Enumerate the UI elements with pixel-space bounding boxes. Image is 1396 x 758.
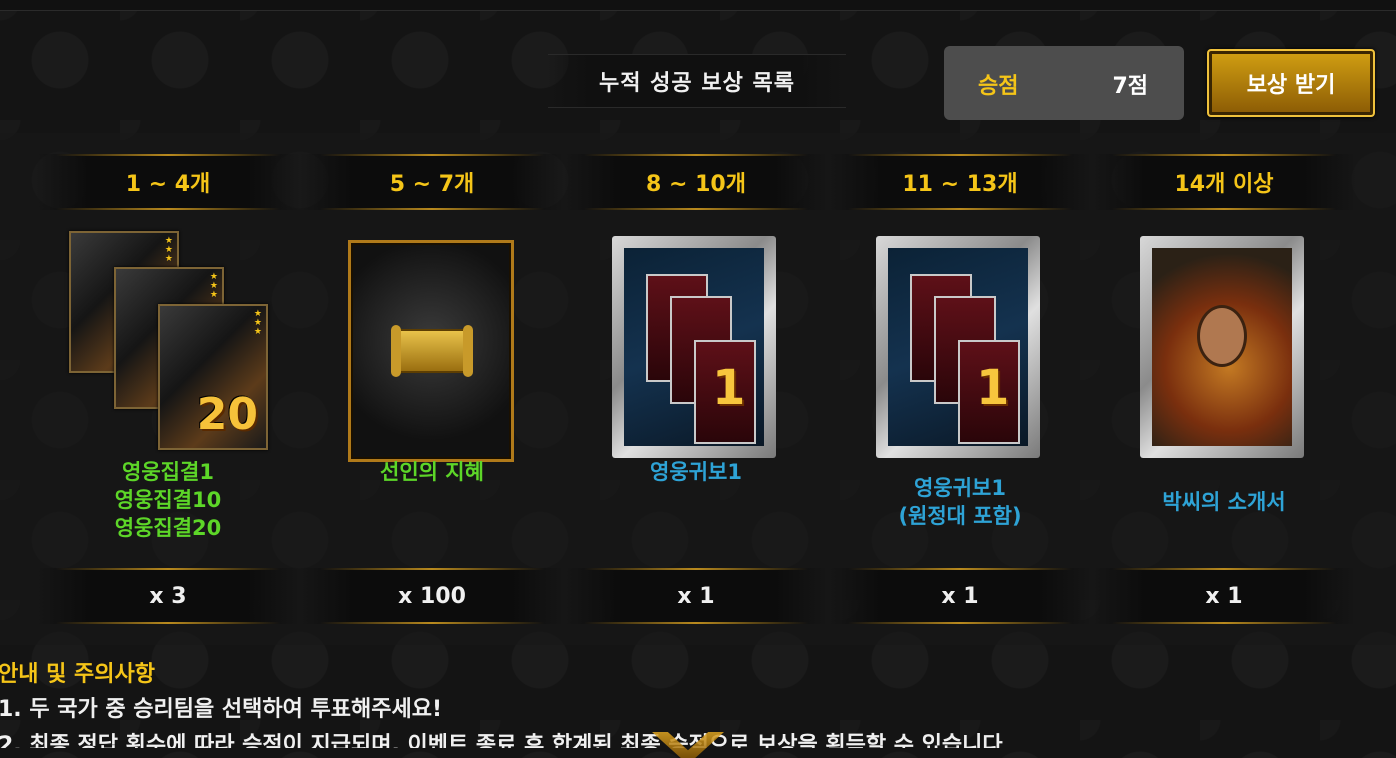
reward-column-4[interactable]: 11 ~ 13개 1 영웅귀보1 (원정대 포함) x 1 [828,154,1092,634]
reward-name-line: (원정대 포함) [898,504,1022,528]
reward-range-label: 14개 이상 [1092,154,1356,210]
reward-quantity: x 3 [36,568,300,624]
reward-column-2[interactable]: 5 ~ 7개 선인의 지혜 x 100 [300,154,564,634]
reward-name: 영웅귀보1 [564,458,828,486]
reward-column-5[interactable]: 14개 이상 박씨의 소개서 x 1 [1092,154,1356,634]
reward-quantity: x 100 [300,568,564,624]
reward-list-title: 누적 성공 보상 목록 [548,54,846,108]
hero-gathering-cards-image: ★ ★ ★ ★ ★ ★ ★ ★ ★ 20 [36,230,300,466]
reward-range-label: 1 ~ 4개 [36,154,300,210]
reward-name-line: 영웅귀보1 [650,460,742,484]
score-value: 7점 [1112,74,1148,99]
reward-name: 선인의 지혜 [300,458,564,486]
claim-reward-button[interactable]: 보상 받기 [1207,49,1375,117]
notice-line: 1. 두 국가 중 승리팀을 선택하여 투표해주세요! [0,697,442,722]
reward-quantity: x 1 [564,568,828,624]
card-number: 20 [196,389,258,440]
reward-name-line: 영웅귀보1 [914,476,1006,500]
card-number: 1 [712,360,746,416]
scroll-card-frame [348,240,514,462]
notice-title: 안내 및 주의사항 [0,662,155,687]
reward-range-label: 8 ~ 10개 [564,154,828,210]
card-number: 1 [976,360,1010,416]
park-introduction-card-image [1092,230,1356,466]
scroll-icon [391,325,473,377]
top-bar [0,0,1396,11]
score-label: 승점 [978,74,1019,99]
silver-card-frame [1140,236,1304,458]
reward-column-3[interactable]: 8 ~ 10개 1 영웅귀보1 x 1 [564,154,828,634]
reward-name-line: 영웅집결1 [122,460,214,484]
reward-quantity: x 1 [828,568,1092,624]
silver-card-frame: 1 [612,236,776,458]
score-panel: 승점 7점 [944,46,1184,120]
silver-card-frame: 1 [876,236,1040,458]
hero-portrait-icon [1200,308,1244,364]
reward-name-line: 영웅집결10 [114,488,222,512]
notice-section: 안내 및 주의사항 1. 두 국가 중 승리팀을 선택하여 투표해주세요! 2.… [0,658,1396,748]
reward-name-line: 박씨의 소개서 [1162,490,1286,514]
reward-column-1[interactable]: 1 ~ 4개 ★ ★ ★ ★ ★ ★ ★ ★ ★ 20 영웅집결1 영웅집결10 영웅집결2… [36,154,300,634]
reward-name-line: 영웅집결20 [114,516,222,540]
reward-name: 박씨의 소개서 [1092,488,1356,516]
reward-name: 영웅귀보1 (원정대 포함) [828,474,1092,530]
hero-treasure-card-image: 1 [564,230,828,466]
reward-name-line: 선인의 지혜 [380,460,484,484]
reward-range-label: 11 ~ 13개 [828,154,1092,210]
reward-range-label: 5 ~ 7개 [300,154,564,210]
sage-wisdom-image [300,230,564,466]
reward-quantity: x 1 [1092,568,1356,624]
reward-name: 영웅집결1 영웅집결10 영웅집결20 [36,458,300,542]
hero-treasure-expedition-card-image: 1 [828,230,1092,466]
